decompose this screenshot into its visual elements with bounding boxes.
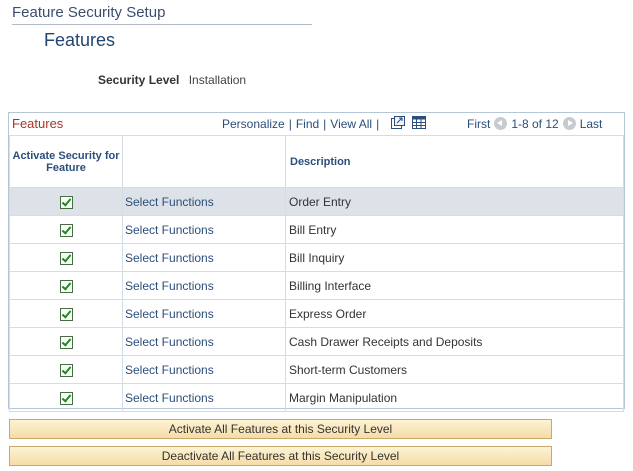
find-link[interactable]: Find bbox=[296, 117, 319, 131]
pagination: First 1-8 of 12 Last bbox=[467, 113, 602, 135]
select-functions-link[interactable]: Select Functions bbox=[122, 327, 286, 356]
page-range: 1-8 of 12 bbox=[511, 117, 559, 131]
grid-icon[interactable] bbox=[411, 114, 426, 136]
activate-cell bbox=[9, 187, 123, 216]
feature-description: Billing Interface bbox=[285, 271, 624, 300]
download-icon[interactable] bbox=[390, 114, 405, 136]
activate-cell bbox=[9, 327, 123, 356]
activate-cell bbox=[9, 243, 123, 272]
select-functions-link[interactable]: Select Functions bbox=[122, 383, 286, 412]
nav-separator: | bbox=[323, 117, 327, 131]
nav-separator: | bbox=[376, 117, 380, 131]
view-all-link[interactable]: View All bbox=[330, 117, 372, 131]
table-row: Select Functions Express Order bbox=[9, 299, 624, 328]
table-header-row: Activate Security for Feature Descriptio… bbox=[9, 135, 624, 188]
activate-cell bbox=[9, 299, 123, 328]
activate-cell bbox=[9, 355, 123, 384]
feature-description: Express Order bbox=[285, 299, 624, 328]
activate-checkbox[interactable] bbox=[59, 223, 73, 237]
nav-separator: | bbox=[288, 117, 292, 131]
table-row: Select Functions Cash Drawer Receipts an… bbox=[9, 327, 624, 356]
feature-description: Short-term Customers bbox=[285, 355, 624, 384]
activate-checkbox[interactable] bbox=[59, 279, 73, 293]
security-level-label: Security Level bbox=[98, 73, 180, 87]
column-header-description: Description bbox=[285, 135, 624, 188]
select-functions-link[interactable]: Select Functions bbox=[122, 271, 286, 300]
feature-description: Bill Entry bbox=[285, 215, 624, 244]
activate-checkbox[interactable] bbox=[59, 251, 73, 265]
grid-title: Features bbox=[12, 116, 64, 131]
grid-nav-links: Personalize | Find | View All | bbox=[222, 113, 426, 136]
table-row: Select Functions Order Entry bbox=[9, 187, 624, 216]
select-functions-link[interactable]: Select Functions bbox=[122, 215, 286, 244]
activate-cell bbox=[9, 215, 123, 244]
features-grid: Features Personalize | Find | View All | Firs… bbox=[8, 112, 625, 412]
select-functions-link[interactable]: Select Functions bbox=[122, 243, 286, 272]
next-icon[interactable] bbox=[562, 117, 576, 131]
select-functions-link[interactable]: Select Functions bbox=[122, 299, 286, 328]
column-header-functions bbox=[122, 135, 286, 188]
personalize-link[interactable]: Personalize bbox=[222, 117, 285, 131]
activate-checkbox[interactable] bbox=[59, 195, 73, 209]
page-header: Feature Security Setup bbox=[12, 4, 312, 25]
table-row: Select Functions Bill Entry bbox=[9, 215, 624, 244]
feature-description: Order Entry bbox=[285, 187, 624, 216]
activate-cell bbox=[9, 271, 123, 300]
select-functions-link[interactable]: Select Functions bbox=[122, 355, 286, 384]
column-header-activate: Activate Security for Feature bbox=[9, 135, 123, 188]
last-link[interactable]: Last bbox=[580, 117, 603, 131]
features-table: Activate Security for Feature Descriptio… bbox=[9, 135, 624, 412]
activate-checkbox[interactable] bbox=[59, 307, 73, 321]
first-link: First bbox=[467, 117, 491, 131]
feature-description: Bill Inquiry bbox=[285, 243, 624, 272]
select-functions-link[interactable]: Select Functions bbox=[122, 187, 286, 216]
table-row: Select Functions Billing Interface bbox=[9, 271, 624, 300]
security-level-value: Installation bbox=[188, 73, 247, 87]
page-title: Features bbox=[44, 30, 116, 50]
activate-cell bbox=[9, 383, 123, 412]
activate-checkbox[interactable] bbox=[59, 391, 73, 405]
table-row: Select Functions Margin Manipulation bbox=[9, 383, 624, 412]
table-row: Select Functions Short-term Customers bbox=[9, 355, 624, 384]
previous-icon[interactable] bbox=[494, 117, 508, 131]
activate-checkbox[interactable] bbox=[59, 335, 73, 349]
grid-navigation-bar: Features Personalize | Find | View All | Firs… bbox=[9, 113, 624, 135]
feature-description: Cash Drawer Receipts and Deposits bbox=[285, 327, 624, 356]
activate-checkbox[interactable] bbox=[59, 363, 73, 377]
security-level-row: Security Level Installation bbox=[98, 72, 246, 88]
feature-description: Margin Manipulation bbox=[285, 383, 624, 412]
activate-all-button[interactable]: Activate All Features at this Security L… bbox=[9, 419, 552, 439]
table-row: Select Functions Bill Inquiry bbox=[9, 243, 624, 272]
deactivate-all-button[interactable]: Deactivate All Features at this Security… bbox=[9, 446, 552, 466]
